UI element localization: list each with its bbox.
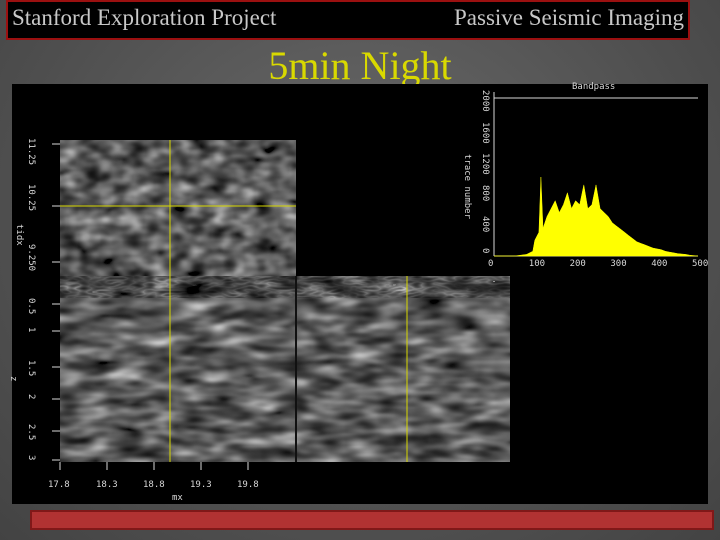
spectrum-x-tick-label: 200	[569, 259, 586, 269]
depth-axis-tick-label-0: 0.5	[26, 298, 36, 315]
bandpass-spectrum-plot	[493, 92, 699, 257]
depth-axis-label: z	[8, 376, 18, 382]
top-axis-tick-label-0: 11.25	[26, 138, 36, 166]
seismic-viewer: 11.25 10.25 9.250 tidx 0.5 1 1.5 2 2.5 3…	[8, 82, 709, 504]
spectrum-y-tick-label: 800	[480, 184, 490, 202]
depth-axis-tick-label-3: 2	[26, 394, 36, 400]
spectrum-x-tick-label: 100	[528, 259, 546, 269]
depth-axis-tick-label-5: 3	[26, 455, 36, 461]
depth-axis-tick-label-1: 1	[26, 327, 36, 333]
spectrum-y-tick-label: 1600	[480, 121, 490, 144]
header-topic-title: Passive Seismic Imaging	[454, 5, 684, 30]
viewer-canvas	[52, 92, 699, 470]
x-axis-tick-label-0: 17.8	[48, 480, 70, 490]
depth-axis-tick-label-4: 2.5	[26, 424, 36, 441]
top-axis-tick-label-2: 9.250	[26, 244, 36, 272]
spectrum-title: Bandpass	[572, 82, 616, 92]
header-org-title: Stanford Exploration Project	[12, 5, 277, 30]
top-slice-panel	[60, 140, 296, 276]
spectrum-y-tick-label: 400	[480, 216, 490, 233]
spectrum-x-tick-label: 300	[610, 259, 627, 269]
header-bar: Stanford Exploration Project Passive Sei…	[6, 0, 690, 40]
x-axis-tick-label-4: 19.8	[237, 480, 259, 490]
spectrum-x-tick-label: 500	[692, 259, 709, 269]
spectrum-ylabel: trace number	[462, 154, 472, 220]
depth-section-panel	[60, 276, 510, 462]
left-axis-ticks	[52, 143, 60, 461]
footer-bar	[30, 510, 714, 530]
x-axis-tick-label-3: 19.3	[190, 480, 212, 490]
spectrum-y-tick-label: 2000	[480, 90, 490, 112]
x-axis-tick-label-1: 18.3	[96, 480, 118, 490]
spectrum-x-tick-label: 400	[651, 259, 668, 269]
top-axis-label: tidx	[14, 224, 24, 246]
spectrum-y-tick-label: 0	[480, 248, 490, 254]
x-axis-label: mx	[172, 493, 183, 503]
surface-reflection-band	[60, 276, 510, 298]
depth-axis-tick-label-2: 1.5	[26, 360, 36, 377]
top-axis-tick-label-1: 10.25	[26, 184, 36, 212]
spectrum-area	[494, 176, 699, 257]
spectrum-y-tick-label: 1200	[480, 153, 490, 175]
bottom-axis-ticks	[59, 462, 249, 470]
x-axis-tick-label-2: 18.8	[143, 480, 165, 490]
spectrum-x-tick-label: 0	[488, 259, 494, 269]
